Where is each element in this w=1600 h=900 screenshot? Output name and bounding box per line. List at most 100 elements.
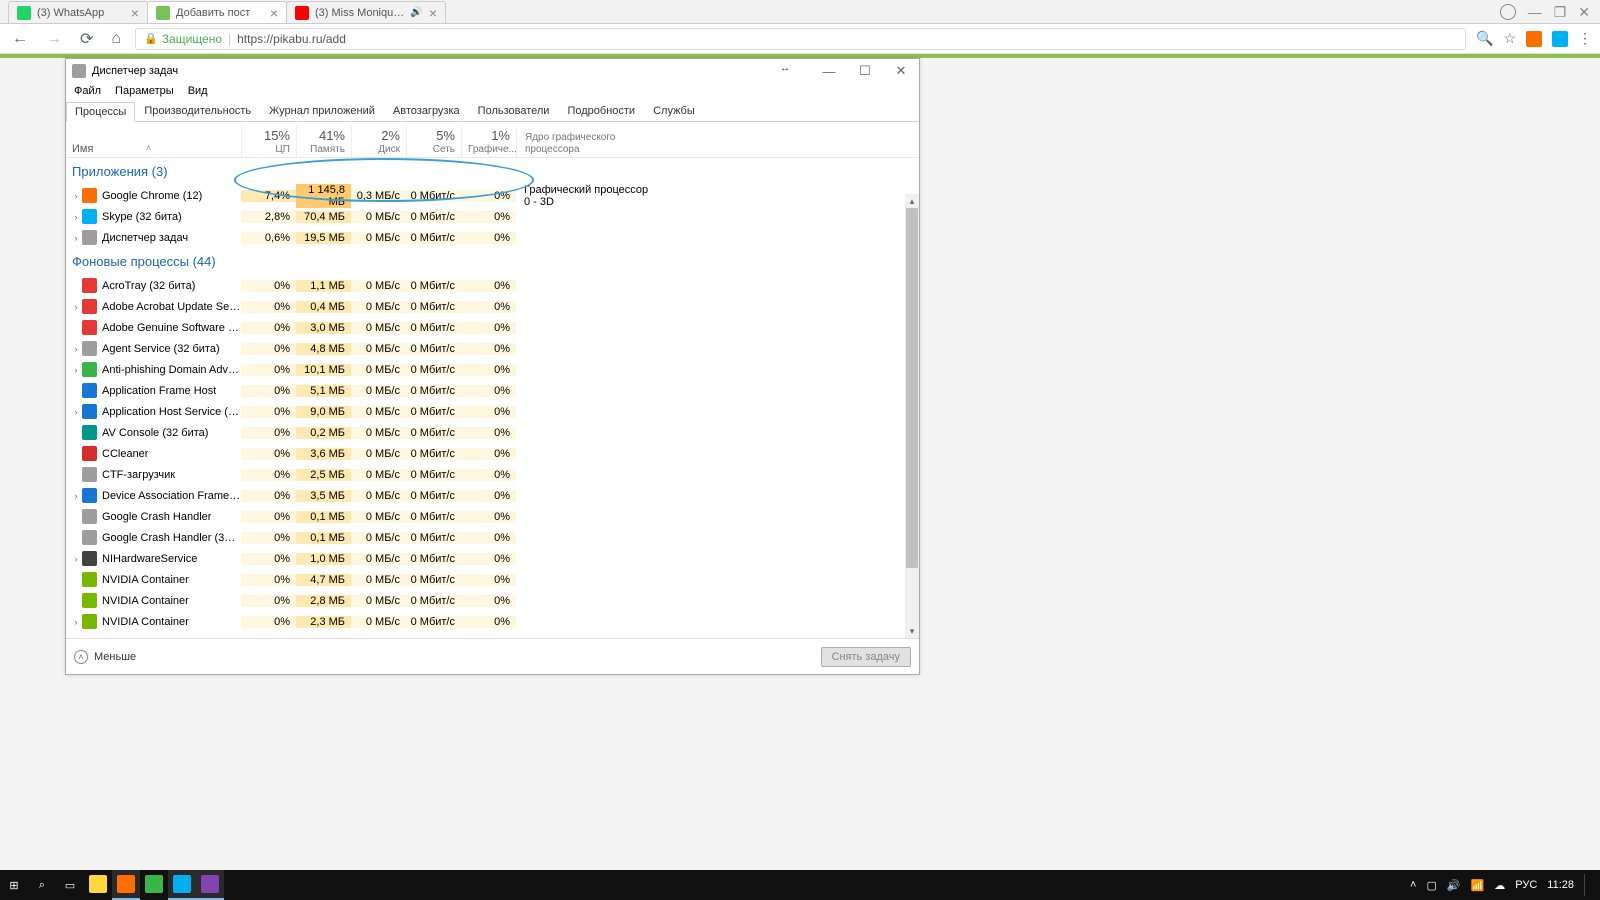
resize-handle-icon[interactable]: ↔	[780, 63, 790, 74]
extension-icon-1[interactable]	[1526, 31, 1542, 47]
col-name-label[interactable]: Имя	[72, 143, 93, 155]
taskbar-app-app-green[interactable]	[140, 870, 168, 900]
tm-tab[interactable]: Журнал приложений	[260, 101, 384, 121]
expand-chevron-icon[interactable]: ›	[70, 617, 82, 627]
tm-tab[interactable]: Автозагрузка	[384, 101, 469, 121]
process-row[interactable]: › Adobe Acrobat Update Service (... 0% 0…	[66, 296, 905, 317]
process-row[interactable]: › Диспетчер задач 0,6% 19,5 МБ 0 МБ/с 0 …	[66, 227, 905, 248]
tm-menu-item[interactable]: Файл	[74, 85, 101, 97]
disk-label[interactable]: Диск	[378, 144, 400, 155]
process-row[interactable]: › NIHardwareService 0% 1,0 МБ 0 МБ/с 0 М…	[66, 548, 905, 569]
tray-onedrive-icon[interactable]: ☁	[1494, 879, 1505, 892]
process-row[interactable]: › Anti-phishing Domain Advisor (... 0% 1…	[66, 359, 905, 380]
tm-minimize-button[interactable]: —	[811, 59, 847, 83]
show-desktop-button[interactable]	[1584, 874, 1592, 896]
expand-chevron-icon[interactable]: ›	[70, 407, 82, 417]
tab-close-button[interactable]: ×	[429, 6, 437, 20]
taskbar-app-taskmgr[interactable]	[196, 870, 224, 900]
taskbar-taskview-button[interactable]: ▭	[56, 870, 84, 900]
browser-tab[interactable]: Добавить пост ×	[147, 1, 287, 23]
tab-close-button[interactable]: ×	[131, 6, 139, 20]
tm-menu-item[interactable]: Параметры	[115, 85, 174, 97]
taskbar-start-button[interactable]: ⊞	[0, 870, 28, 900]
expand-chevron-icon[interactable]: ›	[70, 212, 82, 222]
taskbar-app-explorer[interactable]	[84, 870, 112, 900]
tm-tab[interactable]: Процессы	[66, 102, 135, 122]
process-row[interactable]: › Device Association Framework ... 0% 3,…	[66, 485, 905, 506]
process-group-header[interactable]: Приложения (3)	[66, 158, 905, 185]
mem-label[interactable]: Память	[310, 144, 345, 155]
process-row[interactable]: Application Frame Host 0% 5,1 МБ 0 МБ/с …	[66, 380, 905, 401]
zoom-icon[interactable]: 🔍	[1476, 30, 1493, 47]
expand-chevron-icon[interactable]: ›	[70, 233, 82, 243]
tm-tab[interactable]: Пользователи	[469, 101, 559, 121]
scroll-down-arrow[interactable]: ▾	[905, 624, 919, 638]
browser-close-button[interactable]: ✕	[1578, 4, 1590, 21]
tm-tab[interactable]: Подробности	[558, 101, 644, 121]
tm-maximize-button[interactable]: ☐	[847, 59, 883, 83]
process-row[interactable]: Google Crash Handler (32 бита) 0% 0,1 МБ…	[66, 527, 905, 548]
profile-avatar[interactable]	[1500, 4, 1516, 20]
expand-chevron-icon[interactable]: ›	[70, 302, 82, 312]
fewer-details-button[interactable]: ˄ Меньше	[74, 650, 136, 664]
taskbar-app-skype[interactable]	[168, 870, 196, 900]
tray-overflow-icon[interactable]: ˄	[1410, 879, 1416, 891]
scroll-thumb[interactable]	[906, 208, 918, 568]
gpu-cell: 0%	[461, 427, 516, 439]
nav-back-button[interactable]: ←	[8, 28, 32, 50]
tm-tab[interactable]: Производительность	[135, 101, 260, 121]
tray-battery-icon[interactable]: ▢	[1426, 879, 1436, 892]
process-row[interactable]: Adobe Genuine Software Integri... 0% 3,0…	[66, 317, 905, 338]
tray-network-icon[interactable]: 📶	[1471, 879, 1485, 892]
tm-menu-item[interactable]: Вид	[188, 85, 208, 97]
browser-maximize-button[interactable]: ❐	[1554, 4, 1567, 21]
process-row[interactable]: CTF-загрузчик 0% 2,5 МБ 0 МБ/с 0 Мбит/с …	[66, 464, 905, 485]
gpueng-label[interactable]: Ядро графического процессора	[525, 132, 615, 155]
cpu-label[interactable]: ЦП	[275, 144, 290, 155]
expand-chevron-icon[interactable]: ›	[70, 191, 82, 201]
process-row[interactable]: AcroTray (32 бита) 0% 1,1 МБ 0 МБ/с 0 Мб…	[66, 275, 905, 296]
nav-home-button[interactable]: ⌂	[107, 28, 125, 50]
taskbar-search-button[interactable]: ⌕	[28, 870, 56, 900]
browser-tab[interactable]: (3) WhatsApp ×	[8, 1, 148, 23]
tab-close-button[interactable]: ×	[270, 6, 278, 20]
cpu-cell: 0%	[241, 448, 296, 460]
audio-icon[interactable]: 🔊	[410, 7, 422, 18]
process-row[interactable]: › Skype (32 бита) 2,8% 70,4 МБ 0 МБ/с 0 …	[66, 206, 905, 227]
address-bar[interactable]: 🔒 Защищено | https://pikabu.ru/add	[135, 28, 1466, 50]
expand-chevron-icon[interactable]: ›	[70, 554, 82, 564]
process-row[interactable]: › Agent Service (32 бита) 0% 4,8 МБ 0 МБ…	[66, 338, 905, 359]
process-row[interactable]: › Google Chrome (12) 7,4% 1 145,8 МБ 0,3…	[66, 185, 905, 206]
process-row[interactable]: Google Crash Handler 0% 0,1 МБ 0 МБ/с 0 …	[66, 506, 905, 527]
expand-chevron-icon[interactable]: ›	[70, 344, 82, 354]
end-task-button[interactable]: Снять задачу	[821, 647, 912, 667]
taskbar-app-chrome[interactable]	[112, 870, 140, 900]
expand-chevron-icon[interactable]: ›	[70, 491, 82, 501]
expand-chevron-icon[interactable]: ›	[70, 365, 82, 375]
extension-icon-2[interactable]	[1552, 31, 1568, 47]
net-label[interactable]: Сеть	[433, 144, 455, 155]
scroll-up-arrow[interactable]: ▴	[905, 194, 919, 208]
browser-tab[interactable]: (3) Miss Monique - Li 🔊 ×	[286, 1, 446, 23]
tm-titlebar[interactable]: Диспетчер задач — ☐ ✕	[66, 59, 919, 83]
process-row[interactable]: NVIDIA Container 0% 4,7 МБ 0 МБ/с 0 Мбит…	[66, 569, 905, 590]
process-row[interactable]: AV Console (32 бита) 0% 0,2 МБ 0 МБ/с 0 …	[66, 422, 905, 443]
process-row[interactable]: CCleaner 0% 3,6 МБ 0 МБ/с 0 Мбит/с 0%	[66, 443, 905, 464]
process-row[interactable]: › Application Host Service (32 би... 0% …	[66, 401, 905, 422]
browser-menu-button[interactable]: ⋮	[1578, 30, 1592, 47]
tm-tab[interactable]: Службы	[644, 101, 704, 121]
tm-column-header[interactable]: ˄ Имя 15%ЦП 41%Память 2%Диск 5%Сеть 1%Гр…	[66, 122, 919, 158]
process-row[interactable]: › NVIDIA Container 0% 2,3 МБ 0 МБ/с 0 Мб…	[66, 611, 905, 632]
nav-forward-button[interactable]: →	[42, 28, 66, 50]
process-group-header[interactable]: Фоновые процессы (44)	[66, 248, 905, 275]
tray-clock[interactable]: 11:28	[1547, 879, 1574, 891]
tray-language[interactable]: РУС	[1515, 879, 1537, 891]
nav-reload-button[interactable]: ⟳	[76, 27, 97, 51]
tray-volume-icon[interactable]: 🔊	[1447, 879, 1461, 892]
browser-minimize-button[interactable]: —	[1528, 4, 1542, 20]
process-row[interactable]: NVIDIA Container 0% 2,8 МБ 0 МБ/с 0 Мбит…	[66, 590, 905, 611]
gpu-label[interactable]: Графиче...	[468, 144, 517, 155]
tm-close-button[interactable]: ✕	[883, 59, 919, 83]
tm-vertical-scrollbar[interactable]: ▴ ▾	[905, 194, 919, 638]
bookmark-star-icon[interactable]: ☆	[1503, 30, 1516, 47]
